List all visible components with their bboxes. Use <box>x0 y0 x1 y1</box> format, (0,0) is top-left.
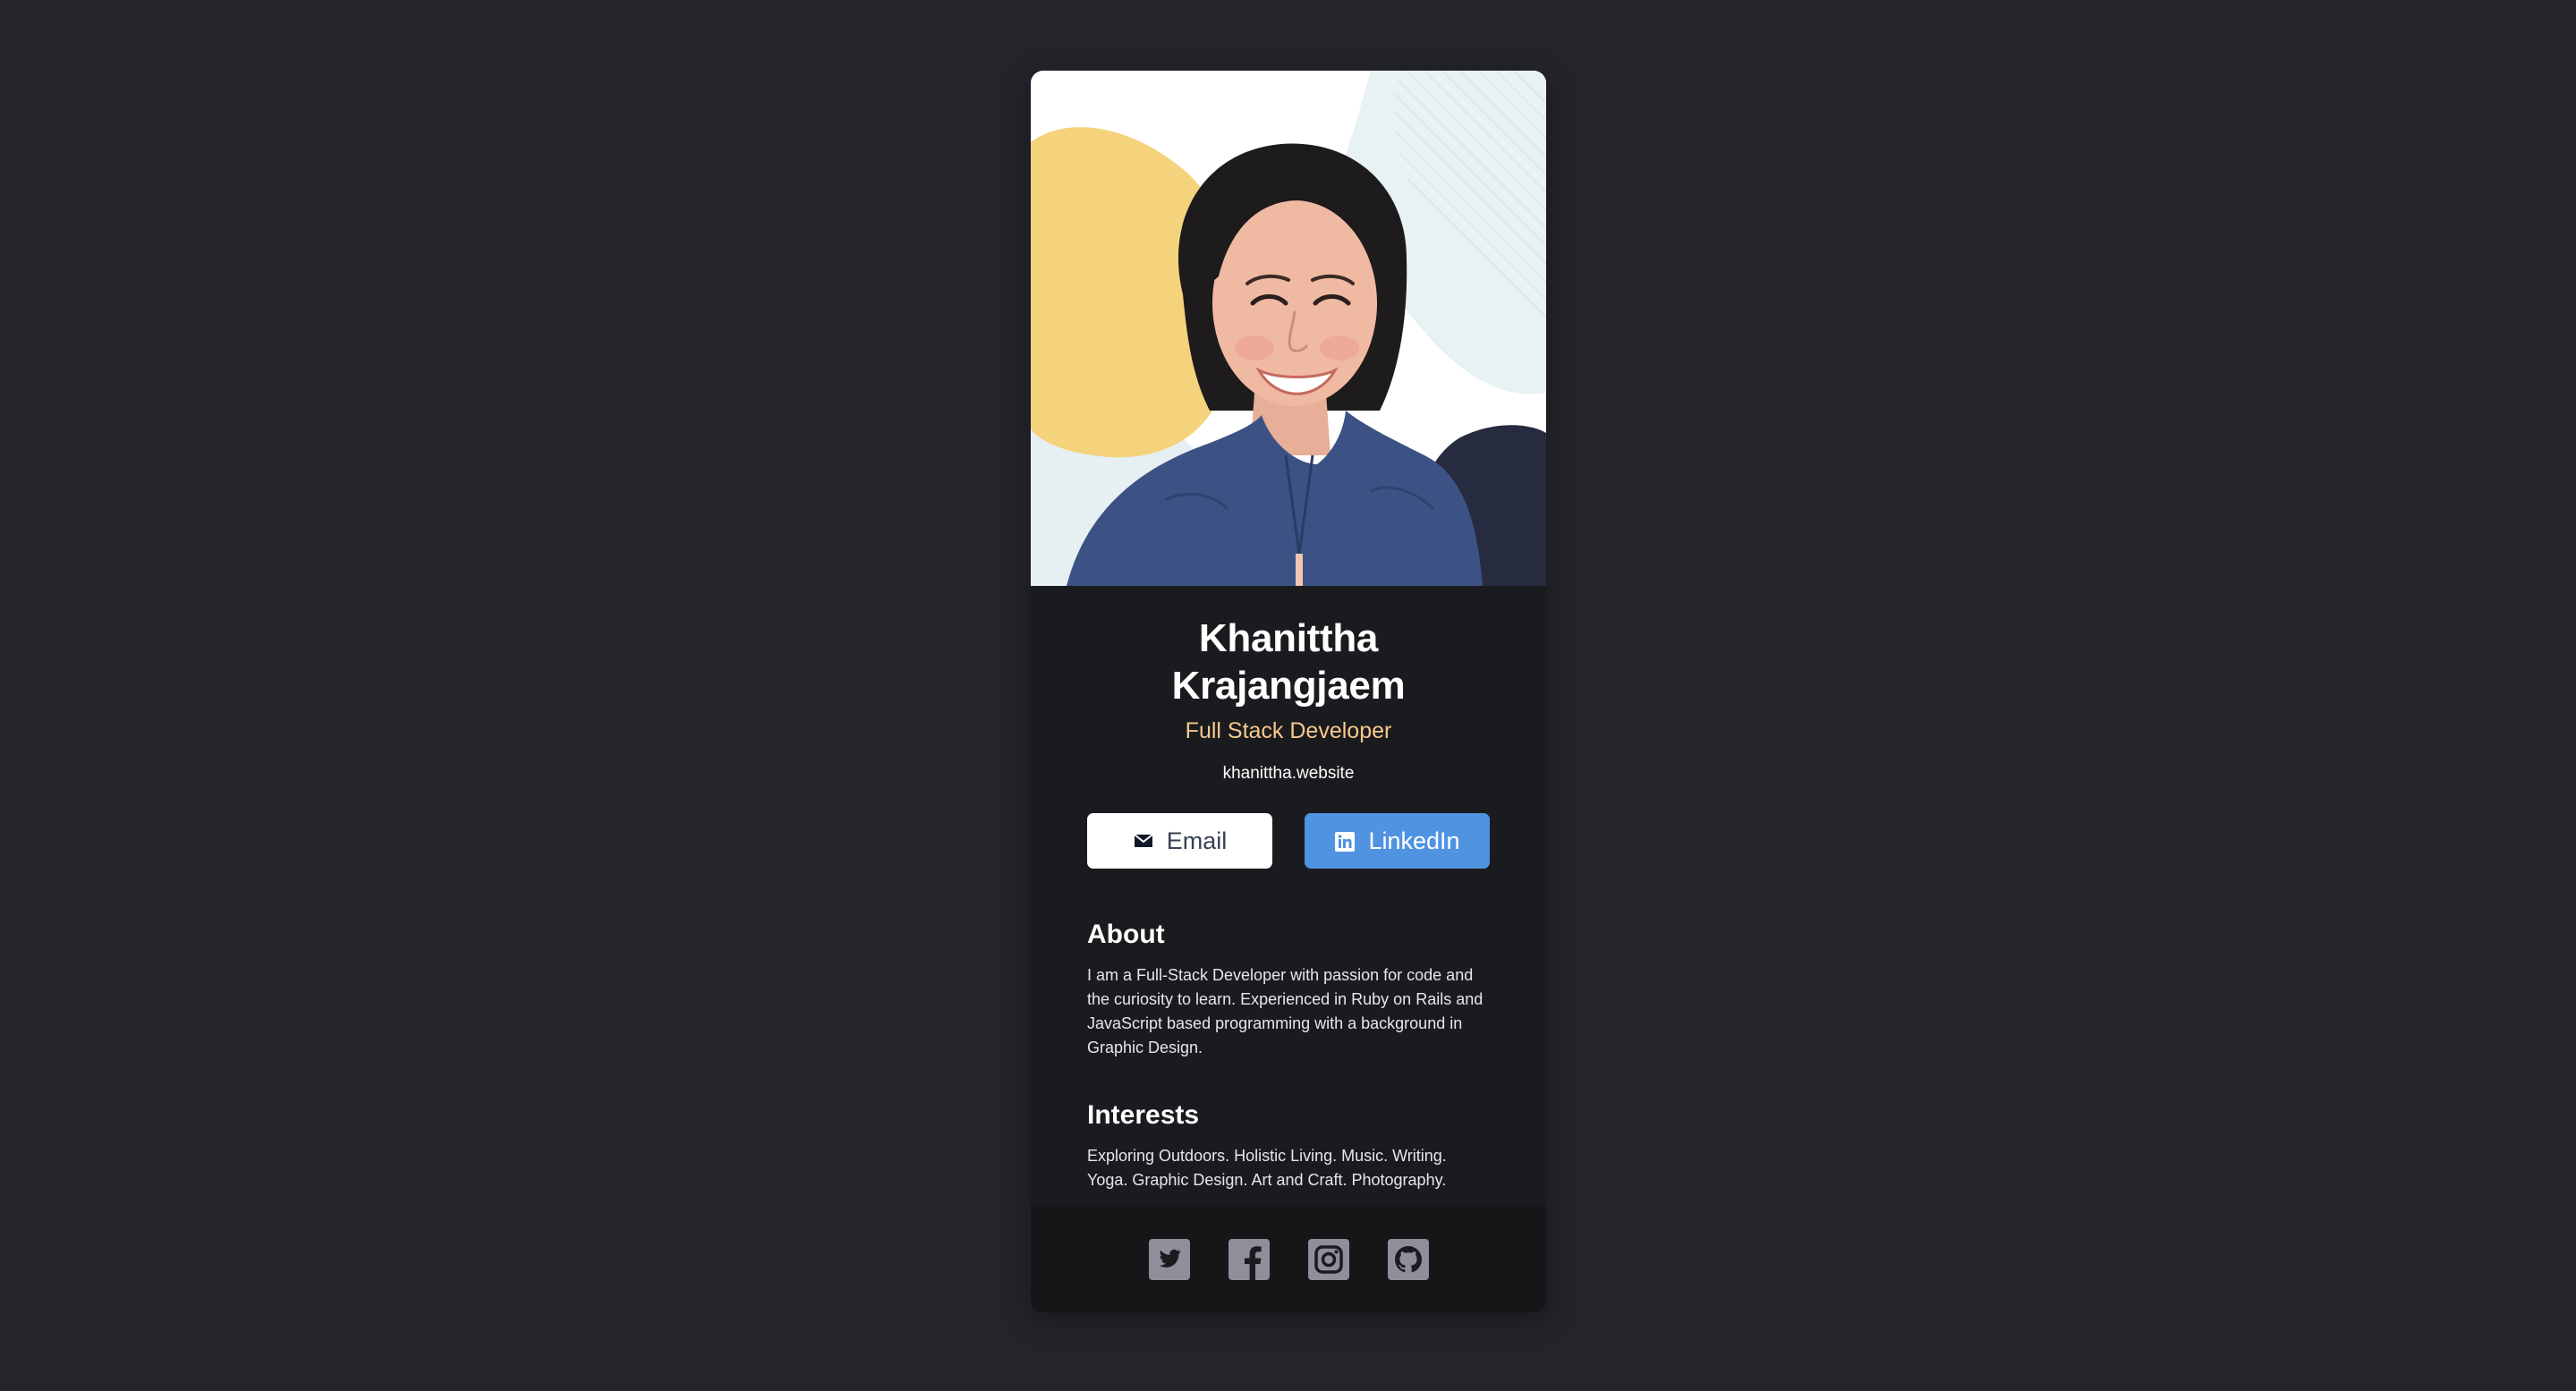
social-footer <box>1031 1207 1546 1312</box>
instagram-icon[interactable] <box>1307 1239 1349 1280</box>
about-title: About <box>1087 920 1165 950</box>
linkedin-button[interactable]: LinkedIn <box>1305 813 1490 869</box>
about-text: I am a Full-Stack Developer with passion… <box>1087 966 1484 1057</box>
website-link[interactable]: khanittha.website <box>1087 764 1490 785</box>
contact-buttons: Email LinkedIn <box>1087 813 1490 869</box>
linkedin-icon <box>1334 830 1356 852</box>
twitter-icon[interactable] <box>1148 1239 1190 1280</box>
interests-text: Exploring Outdoors. Holistic Living. Mus… <box>1087 1147 1447 1190</box>
profile-card: Khanittha Krajangjaem Full Stack Develop… <box>1031 71 1546 1312</box>
interests-section: Interests Exploring Outdoors. Holistic L… <box>1087 1099 1490 1192</box>
profile-photo-illustration <box>1031 71 1546 586</box>
profile-photo <box>1031 71 1546 586</box>
profile-info: Khanittha Krajangjaem Full Stack Develop… <box>1031 615 1546 1192</box>
email-button[interactable]: Email <box>1087 813 1272 869</box>
envelope-icon <box>1133 830 1154 852</box>
about-section: About I am a Full-Stack Developer with p… <box>1087 919 1490 1060</box>
facebook-icon[interactable] <box>1228 1239 1270 1280</box>
interests-title: Interests <box>1087 1100 1200 1131</box>
profile-name: Khanittha Krajangjaem <box>1171 616 1406 708</box>
github-icon[interactable] <box>1387 1239 1429 1280</box>
email-button-label: Email <box>1166 827 1228 854</box>
profile-role: Full Stack Developer <box>1185 717 1392 743</box>
linkedin-button-label: LinkedIn <box>1368 827 1460 854</box>
